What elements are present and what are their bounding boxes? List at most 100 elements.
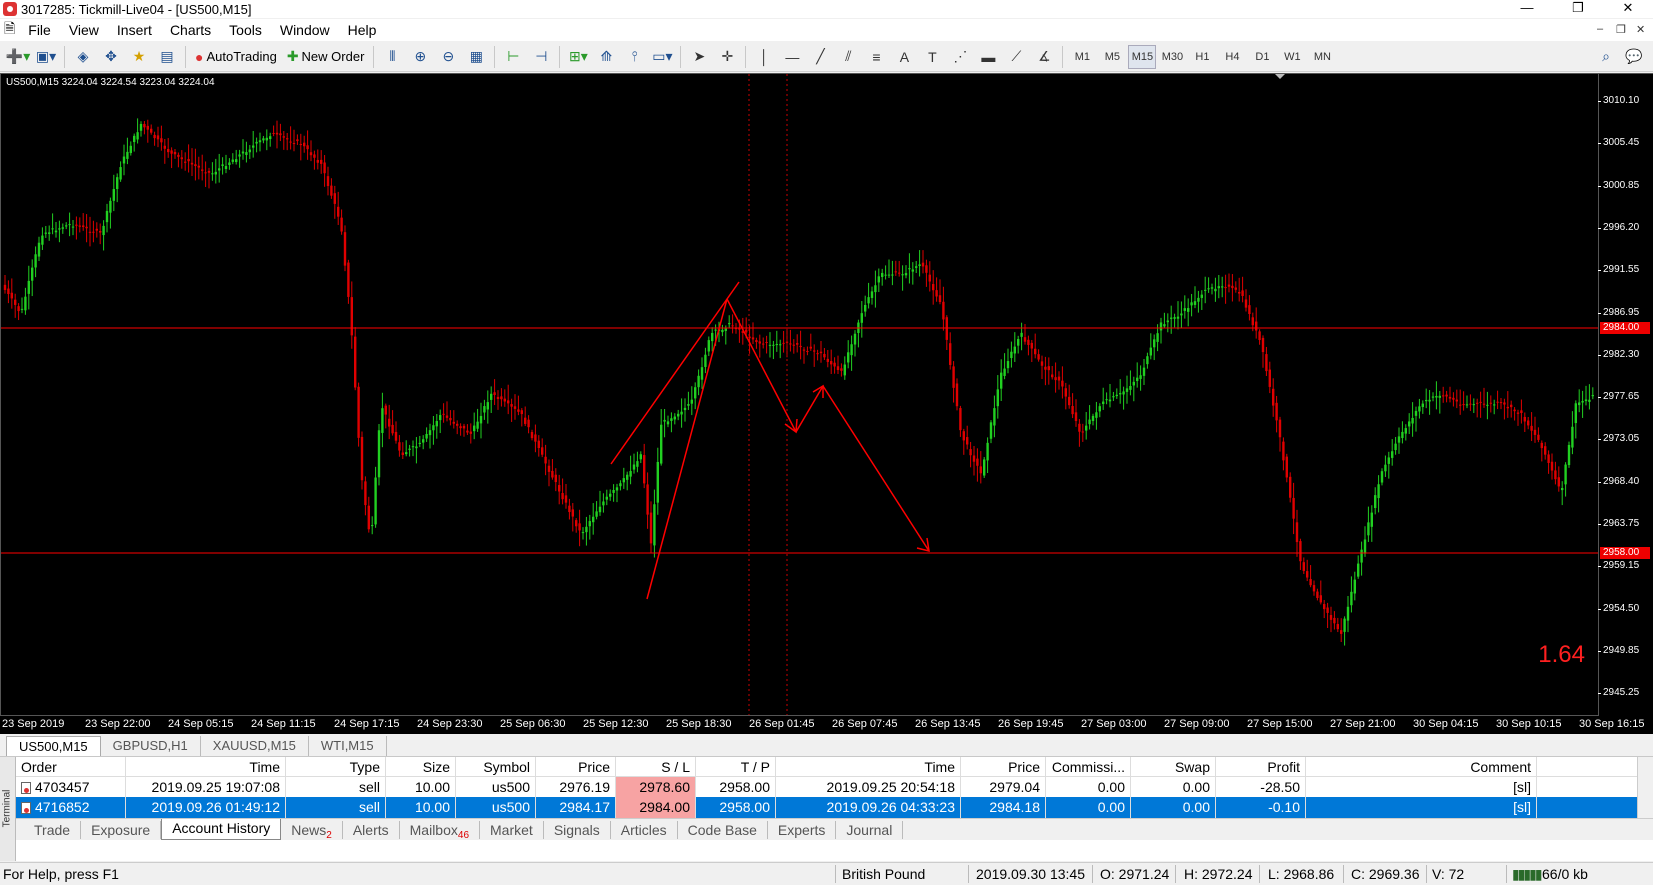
rectangle-icon[interactable]: ▬	[975, 45, 1001, 69]
new-order-button[interactable]: ✚ New Order	[283, 45, 369, 69]
column-header[interactable]: Profit	[1216, 757, 1306, 776]
zoom-out-icon[interactable]: ⊖	[435, 45, 461, 69]
terminal-tab-experts[interactable]: Experts	[768, 820, 837, 839]
menu-tools[interactable]: Tools	[220, 22, 271, 38]
crosshair-icon[interactable]: ✛	[714, 45, 740, 69]
terminal-tab-account-history[interactable]: Account History	[161, 819, 282, 840]
tile-windows-icon[interactable]: ▦	[463, 45, 489, 69]
menu-insert[interactable]: Insert	[108, 22, 161, 38]
terminal-tab-trade[interactable]: Trade	[24, 820, 82, 839]
trend-icon[interactable]: ⫯	[621, 45, 647, 69]
search-icon[interactable]: ⌕	[1593, 45, 1619, 69]
menu-charts[interactable]: Charts	[161, 22, 220, 38]
column-header[interactable]: Symbol	[456, 757, 536, 776]
price-chart[interactable]: 1.64 US500,M15 3224.04 3224.54 3223.04 3…	[0, 73, 1599, 716]
column-header[interactable]: Price	[961, 757, 1046, 776]
timeframe-d1[interactable]: D1	[1248, 45, 1276, 69]
timeframe-m15[interactable]: M15	[1128, 44, 1157, 69]
mdi-close-button[interactable]: ✕	[1636, 23, 1645, 36]
column-header[interactable]: Size	[386, 757, 456, 776]
table-row[interactable]: 4716852 2019.09.26 01:49:12 sell 10.00 us500…	[16, 797, 1637, 818]
chart-tab-xauusd[interactable]: XAUUSD,M15	[201, 736, 309, 756]
chart-shift-icon[interactable]: ⊣	[528, 45, 554, 69]
time-axis[interactable]: 23 Sep 2019 23 Sep 22:00 24 Sep 05:15 24 Se…	[0, 716, 1653, 734]
candlestick-chart[interactable]: 1.64	[1, 74, 1598, 715]
cell-comment: [sl]	[1306, 797, 1537, 818]
angle-icon[interactable]: ∡	[1031, 45, 1057, 69]
column-header[interactable]: Order	[16, 757, 126, 776]
navigator-icon[interactable]: ★	[126, 45, 152, 69]
column-header[interactable]: Time	[126, 757, 286, 776]
minimize-button[interactable]: —	[1504, 0, 1550, 18]
text-label-icon[interactable]: T	[919, 45, 945, 69]
column-header[interactable]: Swap	[1131, 757, 1216, 776]
terminal-tab-code-base[interactable]: Code Base	[678, 820, 768, 839]
menu-help[interactable]: Help	[339, 22, 386, 38]
chart-tab-wti[interactable]: WTI,M15	[309, 736, 387, 756]
column-header[interactable]: Commissi...	[1046, 757, 1131, 776]
profiles-icon[interactable]: ▣▾	[33, 45, 59, 69]
terminal-tab-news[interactable]: News2	[281, 820, 343, 841]
column-header[interactable]: Comment	[1306, 757, 1537, 776]
terminal-scrollbar[interactable]	[1637, 757, 1653, 818]
mdi-minimize-button[interactable]: –	[1597, 23, 1603, 35]
time-axis-label: 27 Sep 21:00	[1330, 718, 1396, 730]
terminal-tab-mailbox[interactable]: Mailbox46	[400, 820, 481, 841]
bar-chart-icon[interactable]: ⫴	[379, 45, 405, 69]
timeframe-mn[interactable]: MN	[1308, 45, 1336, 69]
auto-scroll-icon[interactable]: ⊢	[500, 45, 526, 69]
timeframe-m1[interactable]: M1	[1068, 45, 1096, 69]
market-watch-icon[interactable]: ◈	[70, 45, 96, 69]
candle-body	[1489, 402, 1492, 404]
timeframe-m30[interactable]: M30	[1158, 45, 1186, 69]
mdi-restore-button[interactable]: ❐	[1616, 23, 1626, 36]
column-header[interactable]: T / P	[696, 757, 776, 776]
restore-button[interactable]: ❐	[1555, 0, 1601, 18]
data-window-icon[interactable]: ✥	[98, 45, 124, 69]
chart-tab-us500[interactable]: US500,M15	[6, 736, 101, 756]
terminal-tab-market[interactable]: Market	[480, 820, 544, 839]
column-header[interactable]: Time	[776, 757, 961, 776]
templates-icon[interactable]: ▭▾	[649, 45, 675, 69]
text-icon[interactable]: A	[891, 45, 917, 69]
terminal-icon[interactable]: ▤	[154, 45, 180, 69]
periods-icon[interactable]: ⟰	[593, 45, 619, 69]
gann-icon[interactable]: ⟋	[1003, 45, 1029, 69]
column-header[interactable]: S / L	[616, 757, 696, 776]
new-chart-icon[interactable]: ➕▾	[5, 45, 31, 69]
autotrading-button[interactable]: ● AutoTrading	[191, 45, 281, 69]
column-header[interactable]: Price	[536, 757, 616, 776]
timeframe-m5[interactable]: M5	[1098, 45, 1126, 69]
trendline-icon[interactable]: ╱	[807, 45, 833, 69]
timeframe-w1[interactable]: W1	[1278, 45, 1306, 69]
candle-body	[731, 325, 734, 327]
timeframe-h1[interactable]: H1	[1188, 45, 1216, 69]
candle-body	[955, 383, 959, 407]
fibo-fan-icon[interactable]: ⋰	[947, 45, 973, 69]
candle-body	[432, 425, 435, 431]
terminal-tab-articles[interactable]: Articles	[611, 820, 678, 839]
price-axis[interactable]: 3010.10 3005.45 3000.85 2996.20 2991.55 2986.…	[1598, 73, 1653, 716]
terminal-tab-journal[interactable]: Journal	[836, 820, 904, 839]
terminal-tab-alerts[interactable]: Alerts	[343, 820, 400, 839]
timeframe-h4[interactable]: H4	[1218, 45, 1246, 69]
menu-view[interactable]: View	[60, 22, 108, 38]
chat-icon[interactable]: 💬	[1621, 45, 1647, 69]
cursor-icon[interactable]: ➤	[686, 45, 712, 69]
close-button[interactable]: ✕	[1605, 0, 1651, 18]
zoom-in-icon[interactable]: ⊕	[407, 45, 433, 69]
document-icon[interactable]: 🗎	[0, 18, 19, 42]
column-header[interactable]: Type	[286, 757, 386, 776]
menu-file[interactable]: File	[19, 22, 60, 38]
vertical-line-icon[interactable]: │	[751, 45, 777, 69]
horizontal-line-icon[interactable]: —	[779, 45, 805, 69]
fibo-icon[interactable]: ≡	[863, 45, 889, 69]
menu-window[interactable]: Window	[271, 22, 339, 38]
indicators-icon[interactable]: ⊞▾	[565, 45, 591, 69]
terminal-tab-signals[interactable]: Signals	[544, 820, 611, 839]
channel-icon[interactable]: ⫽	[835, 45, 861, 69]
table-row[interactable]: 4703457 2019.09.25 19:07:08 sell 10.00 us500…	[16, 777, 1637, 798]
chart-tab-gbpusd[interactable]: GBPUSD,H1	[101, 736, 201, 756]
terminal-tab-exposure[interactable]: Exposure	[81, 820, 162, 839]
candle-body	[320, 159, 323, 164]
